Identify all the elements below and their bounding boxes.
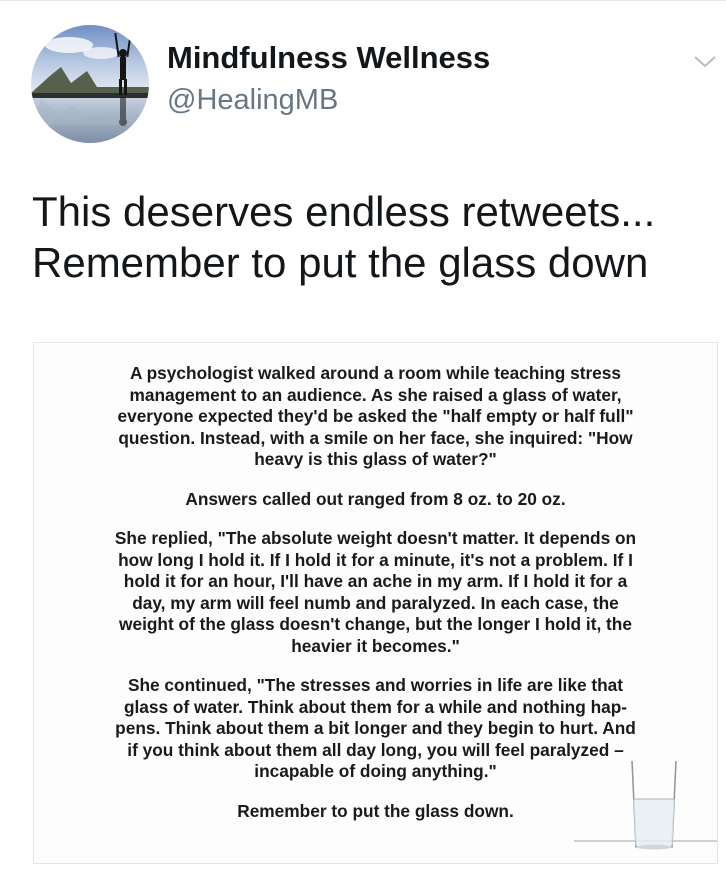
- story-line: She continued, "The stresses and worries…: [127, 675, 624, 695]
- story-line: glass of water. Think about them for a w…: [123, 696, 628, 717]
- story-line: weight of the glass doesn't change, but …: [119, 614, 632, 634]
- story-line: question. Instead, with a smile on her f…: [118, 427, 633, 448]
- story-line: pens. Think about them a bit longer and …: [115, 718, 636, 738]
- chevron-down-icon[interactable]: [690, 52, 720, 72]
- story-line: incapable of doing anything.": [254, 761, 497, 781]
- story-line: Remember to put the glass down.: [237, 800, 514, 821]
- story-paragraph: She replied, "The absolute weight doesn'…: [34, 528, 717, 657]
- story-line: Answers called out ranged from 8 oz. to …: [185, 488, 566, 509]
- handle[interactable]: @HealingMB: [167, 84, 338, 117]
- story-paragraph: A psychologist walked around a room whil…: [34, 363, 717, 471]
- story-line: hold it for an hour, I'll have an ache i…: [123, 571, 628, 591]
- story-line: management to an audience. As she raised…: [129, 384, 622, 405]
- story-line: day, my arm will feel numb and paralyzed…: [132, 592, 619, 613]
- water-glass-illustration: [574, 760, 717, 861]
- story-line: how long I hold it. If I hold it for a m…: [118, 549, 633, 570]
- display-name[interactable]: Mindfulness Wellness: [167, 40, 490, 76]
- tweet-line: Remember to put the glass down: [32, 239, 649, 286]
- story-line: heavier it becomes.": [291, 635, 460, 656]
- story-line: heavy is this glass of water?": [254, 449, 497, 469]
- tweet-text: This deserves endless retweets... Rememb…: [32, 186, 712, 288]
- avatar[interactable]: [31, 25, 149, 143]
- story-line: She replied, "The absolute weight doesn'…: [114, 528, 637, 548]
- story-paragraph: Answers called out ranged from 8 oz. to …: [34, 489, 717, 511]
- tweet-image[interactable]: A psychologist walked around a room whil…: [33, 342, 718, 864]
- tweet-line: This deserves endless retweets...: [32, 188, 656, 235]
- story-line: A psychologist walked around a room whil…: [129, 363, 622, 383]
- story-line: if you think about them all day long, yo…: [127, 739, 624, 760]
- story-line: everyone expected they'd be asked the "h…: [117, 406, 634, 426]
- top-divider: [0, 0, 726, 1]
